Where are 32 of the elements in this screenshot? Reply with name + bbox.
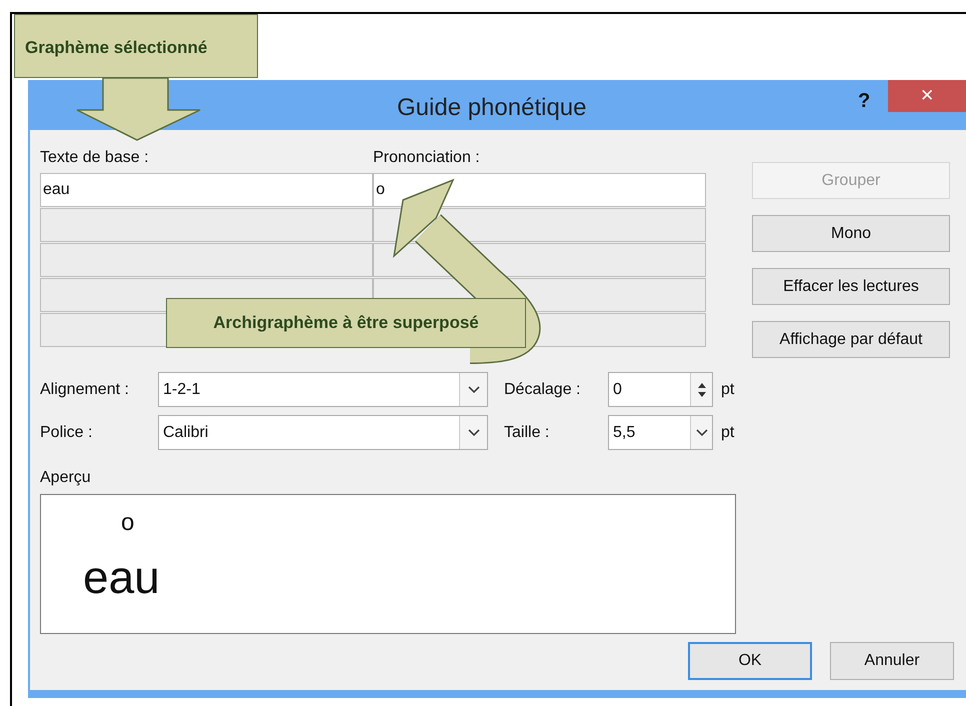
field-label: Décalage :	[504, 380, 580, 398]
side-button[interactable]: Affichage par défaut	[752, 321, 950, 358]
close-button[interactable]: ✕	[888, 80, 966, 112]
preview-label: Aperçu	[40, 469, 91, 486]
dialog-button[interactable]: Annuler	[830, 642, 954, 680]
unit-label: pt	[721, 422, 734, 442]
field-label: Taille :	[504, 424, 550, 440]
side-button[interactable]: Mono	[752, 215, 950, 252]
help-button[interactable]: ?	[858, 86, 870, 116]
pronunciation-field[interactable]: o	[373, 173, 706, 207]
dropdown-field[interactable]: 5,5	[608, 415, 713, 450]
dropdown-field[interactable]: Calibri	[158, 415, 488, 450]
side-button[interactable]: Effacer les lectures	[752, 268, 950, 305]
chevron-down-icon	[696, 428, 708, 436]
unit-label: pt	[721, 380, 734, 400]
chevron-down-icon	[468, 428, 480, 436]
column-header: Prononciation :	[373, 149, 480, 166]
dialog-button[interactable]: OK	[688, 642, 812, 680]
ruby-text: o	[121, 508, 134, 538]
annotation-tooltip: Archigraphème à être superposé	[166, 298, 526, 348]
column-header: Texte de base :	[40, 149, 149, 166]
field-label: Alignement :	[40, 380, 129, 398]
window-title: Guide phonétique	[397, 93, 586, 123]
chevron-down-icon	[468, 386, 480, 394]
base-text-field[interactable]	[40, 243, 373, 277]
spin-field[interactable]: 0	[608, 372, 713, 407]
base-text-field[interactable]: eau	[40, 173, 373, 207]
base-text-field[interactable]	[40, 208, 373, 242]
base-text: eau	[83, 550, 160, 605]
dropdown-field[interactable]: 1-2-1	[158, 372, 488, 407]
annotation-tooltip: Graphème sélectionné	[14, 14, 258, 78]
field-label: Police :	[40, 424, 92, 440]
